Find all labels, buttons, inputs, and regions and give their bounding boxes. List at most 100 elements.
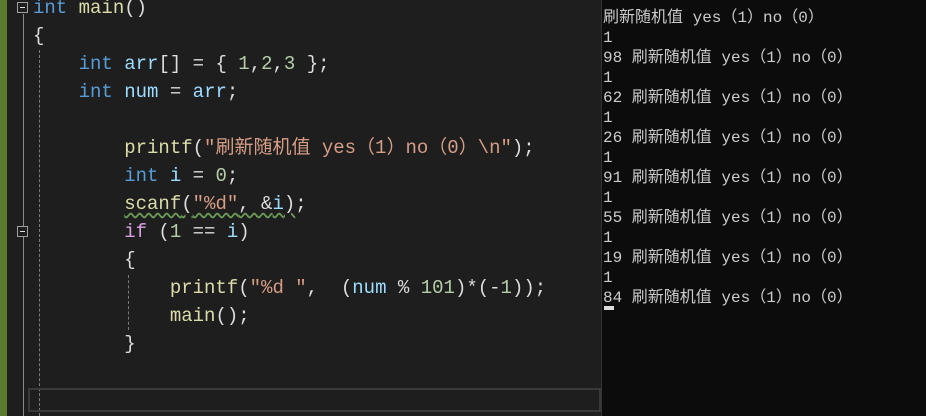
code-token: int [33, 0, 68, 19]
code-token: = [181, 165, 216, 187]
code-token: num [352, 277, 387, 299]
console-top [602, 0, 926, 8]
code-token: int [124, 165, 159, 187]
code-token: 1 [500, 277, 512, 299]
code-token: (); [215, 305, 250, 327]
fold-line [23, 14, 24, 416]
code-token: 0 [215, 165, 227, 187]
code-token: , [249, 53, 262, 75]
code-token: 1 [238, 53, 250, 75]
console-line: 55 刷新随机值 yes（1）no（0） [603, 209, 853, 227]
code-token: )*(- [454, 277, 501, 299]
code-token: { [33, 249, 136, 271]
console-window[interactable]: 刷新随机值 yes（1）no（0） 1 98 刷新随机值 yes（1）no（0） 1 6… [601, 0, 926, 416]
console-line: 1 [603, 29, 613, 47]
code-line[interactable]: printf("刷新随机值 yes（1）no（0）\n"); [33, 134, 601, 162]
code-token: , ( [306, 277, 353, 299]
console-line: 1 [603, 269, 613, 287]
code-token: arr [192, 81, 227, 103]
console-line: 84 刷新随机值 yes（1）no（0） [603, 289, 853, 307]
code-token: "%d " [249, 277, 307, 299]
code-token: ( [181, 193, 193, 215]
code-token: , [272, 53, 284, 75]
code-token: [] = { [158, 53, 239, 75]
change-indicator-gutter [0, 0, 7, 416]
code-token: 2 [261, 53, 273, 75]
code-token: 1 [169, 221, 182, 243]
code-token: i [272, 193, 284, 215]
console-line: 1 [603, 109, 613, 127]
console-line: 19 刷新随机值 yes（1）no（0） [603, 249, 853, 267]
code-line[interactable]: scanf("%d", &i); [33, 190, 601, 218]
code-token: int [78, 53, 113, 75]
code-line[interactable]: } [33, 330, 601, 358]
code-token: i [169, 165, 182, 187]
code-token: ; [295, 193, 307, 215]
collapse-if-icon[interactable] [17, 226, 28, 237]
current-line-highlight [28, 388, 601, 412]
console-line: 1 [603, 149, 613, 167]
code-token: main [169, 305, 216, 327]
code-line[interactable]: int arr[] = { 1,2,3 }; [33, 50, 601, 78]
code-line[interactable]: { [33, 246, 601, 274]
code-editor[interactable]: int main(){ int arr[] = { 1,2,3 }; int n… [33, 0, 601, 358]
code-token: int [78, 81, 113, 103]
code-token: "%d" [192, 193, 239, 215]
code-line[interactable]: main(); [33, 302, 601, 330]
code-token: "刷新随机值 yes（1）no（0）\n" [204, 137, 512, 159]
code-line[interactable]: if (1 == i) [33, 218, 601, 246]
console-line: 1 [603, 229, 613, 247]
code-token: = [158, 81, 193, 103]
console-line: 98 刷新随机值 yes（1）no（0） [603, 49, 853, 67]
code-token: 3 [283, 53, 296, 75]
code-token: ( [192, 137, 205, 159]
code-token: ; [226, 81, 239, 103]
code-token: ) [238, 221, 250, 243]
code-token: , & [238, 193, 273, 215]
code-line[interactable] [33, 106, 601, 134]
code-line[interactable]: int main() [33, 0, 601, 22]
code-token: ) [283, 193, 296, 215]
code-token: ); [511, 137, 535, 159]
console-line: 62 刷新随机值 yes（1）no（0） [603, 89, 853, 107]
code-token: == [181, 221, 227, 243]
code-token: 101 [420, 277, 455, 299]
code-token: )); [511, 277, 547, 299]
console-line: 刷新随机值 yes（1）no（0） [603, 9, 824, 27]
code-line[interactable]: printf("%d ", (num % 101)*(-1)); [33, 274, 601, 302]
collapse-main-icon[interactable] [17, 2, 28, 13]
code-line[interactable]: int i = 0; [33, 162, 601, 190]
console-output: 刷新随机值 yes（1）no（0） 1 98 刷新随机值 yes（1）no（0） 1 6… [602, 8, 926, 308]
code-token: ( [238, 277, 250, 299]
code-token: { [33, 25, 45, 47]
code-line[interactable]: { [33, 22, 601, 50]
code-token: } [33, 333, 136, 355]
code-token: if [124, 221, 148, 243]
code-token: () [124, 0, 148, 19]
code-token: ; [226, 165, 239, 187]
outline-margin [7, 0, 30, 416]
console-line: 91 刷新随机值 yes（1）no（0） [603, 169, 853, 187]
code-token: ( [147, 221, 170, 243]
code-token: printf [124, 137, 193, 159]
code-token: printf [169, 277, 239, 299]
code-token: num [124, 81, 159, 103]
code-line[interactable]: int num = arr; [33, 78, 601, 106]
code-token: i [226, 221, 239, 243]
code-token: main [78, 0, 125, 19]
code-token: }; [295, 53, 330, 75]
console-line: 1 [603, 189, 613, 207]
code-token: scanf [124, 193, 182, 215]
code-token: arr [124, 53, 159, 75]
